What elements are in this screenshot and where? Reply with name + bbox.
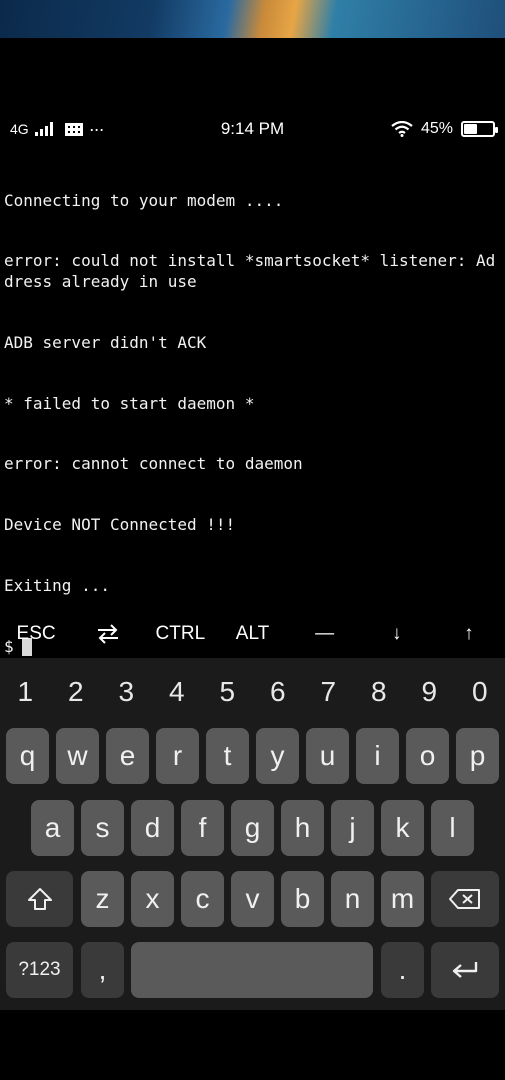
terminal-line: * failed to start daemon * (4, 393, 255, 413)
key-h[interactable]: h (281, 800, 324, 856)
key-y[interactable]: y (256, 728, 299, 784)
key-l[interactable]: l (431, 800, 474, 856)
key-z[interactable]: z (81, 871, 124, 927)
enter-key[interactable] (431, 942, 499, 998)
terminal-line: error: could not install *smartsocket* l… (4, 251, 496, 291)
number-row: 1 2 3 4 5 6 7 8 9 0 (0, 668, 505, 716)
status-bar: 4G ··· 9:14 PM 45% (0, 112, 505, 146)
backspace-icon (449, 889, 480, 909)
comma-key[interactable]: , (81, 942, 124, 998)
key-3[interactable]: 3 (101, 668, 152, 716)
key-v[interactable]: v (231, 871, 274, 927)
wallpaper-strip (0, 0, 505, 38)
key-d[interactable]: d (131, 800, 174, 856)
key-j[interactable]: j (331, 800, 374, 856)
key-m[interactable]: m (381, 871, 424, 927)
terminal-output[interactable]: Connecting to your modem .... error: cou… (4, 150, 501, 678)
esc-key[interactable]: ESC (0, 612, 72, 656)
shift-icon (27, 888, 52, 910)
key-c[interactable]: c (181, 871, 224, 927)
shift-key[interactable] (6, 871, 73, 927)
key-q[interactable]: q (6, 728, 49, 784)
terminal-line: Exiting ... (4, 576, 110, 596)
ctrl-key[interactable]: CTRL (144, 612, 216, 656)
arrow-up-key[interactable]: ↑ (433, 612, 505, 656)
enter-icon (452, 962, 478, 978)
backspace-key[interactable] (431, 871, 499, 927)
key-i[interactable]: i (356, 728, 399, 784)
symbols-key[interactable]: ?123 (6, 942, 73, 998)
dash-key[interactable]: — (289, 612, 361, 656)
tab-key[interactable] (72, 612, 144, 656)
terminal-line: Connecting to your modem .... (4, 190, 284, 210)
alt-key[interactable]: ALT (216, 612, 288, 656)
bottom-bar (0, 1010, 505, 1080)
key-6[interactable]: 6 (253, 668, 304, 716)
key-2[interactable]: 2 (51, 668, 102, 716)
key-p[interactable]: p (456, 728, 499, 784)
wifi-icon (391, 121, 413, 137)
terminal-line: Device NOT Connected !!! (4, 515, 236, 535)
key-7[interactable]: 7 (303, 668, 354, 716)
key-u[interactable]: u (306, 728, 349, 784)
key-w[interactable]: w (56, 728, 99, 784)
soft-keyboard: 1 2 3 4 5 6 7 8 9 0 q w e r t y u i o p … (0, 658, 505, 1010)
status-right: 45% (391, 120, 498, 138)
key-o[interactable]: o (406, 728, 449, 784)
key-b[interactable]: b (281, 871, 324, 927)
key-a[interactable]: a (31, 800, 74, 856)
key-r[interactable]: r (156, 728, 199, 784)
battery-icon (461, 121, 498, 137)
key-k[interactable]: k (381, 800, 424, 856)
key-5[interactable]: 5 (202, 668, 253, 716)
key-g[interactable]: g (231, 800, 274, 856)
extra-keys-row: ESC CTRL ALT — ↓ ↑ (0, 612, 505, 656)
key-s[interactable]: s (81, 800, 124, 856)
key-x[interactable]: x (131, 871, 174, 927)
key-n[interactable]: n (331, 871, 374, 927)
battery-percent: 45% (420, 120, 453, 137)
key-f[interactable]: f (181, 800, 224, 856)
space-key[interactable] (131, 942, 373, 998)
key-9[interactable]: 9 (404, 668, 455, 716)
key-8[interactable]: 8 (354, 668, 405, 716)
key-1[interactable]: 1 (0, 668, 51, 716)
key-0[interactable]: 0 (455, 668, 505, 716)
arrow-down-key[interactable]: ↓ (361, 612, 433, 656)
terminal-line: ADB server didn't ACK (4, 332, 207, 352)
key-e[interactable]: e (106, 728, 149, 784)
battery-fill (464, 124, 477, 134)
key-4[interactable]: 4 (152, 668, 203, 716)
terminal-line: error: cannot connect to daemon (4, 454, 303, 474)
period-key[interactable]: . (381, 942, 424, 998)
tab-arrows-icon (98, 624, 119, 644)
key-t[interactable]: t (206, 728, 249, 784)
